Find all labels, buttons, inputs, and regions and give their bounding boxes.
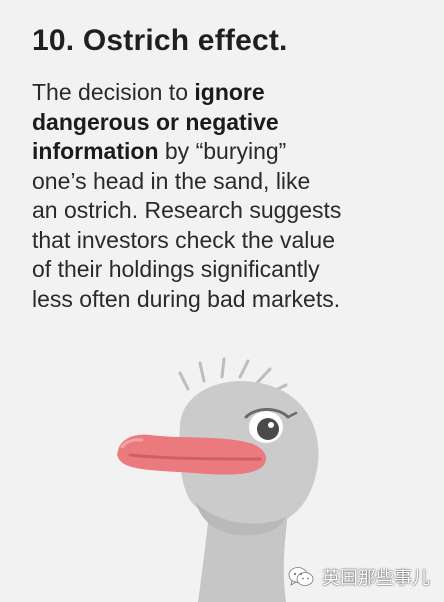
- text-run: that investors check the value: [32, 226, 335, 253]
- description-line: dangerous or negative: [32, 108, 432, 138]
- infographic-card: 10. Ostrich effect. The decision to igno…: [0, 0, 444, 602]
- wechat-icon: [288, 567, 314, 586]
- page-title: 10. Ostrich effect.: [32, 24, 288, 57]
- watermark: 英国那些事儿: [288, 564, 430, 590]
- bold-text-run: ignore: [194, 79, 265, 105]
- text-run: by “burying”: [158, 138, 287, 164]
- description-line: that investors check the value: [32, 226, 432, 256]
- text-run: of their holdings significantly: [32, 256, 320, 282]
- watermark-text: 英国那些事儿: [322, 568, 430, 589]
- text-run: less often during bad markets.: [32, 285, 341, 312]
- description-line: of their holdings significantly: [32, 255, 432, 285]
- description-paragraph: The decision to ignore dangerous or nega…: [32, 78, 432, 314]
- text-run: an ostrich. Research suggests: [32, 197, 342, 223]
- bold-text-run: information: [32, 138, 159, 164]
- description-line: The decision to ignore: [32, 78, 432, 108]
- text-run: one’s head in the sand, like: [32, 167, 311, 194]
- description-line: less often during bad markets.: [32, 285, 432, 315]
- bold-text-run: dangerous or negative: [32, 108, 279, 135]
- description-line: information by “burying”: [32, 137, 432, 167]
- description-line: an ostrich. Research suggests: [32, 196, 432, 226]
- text-run: The decision to: [32, 79, 195, 105]
- description-line: one’s head in the sand, like: [32, 167, 432, 197]
